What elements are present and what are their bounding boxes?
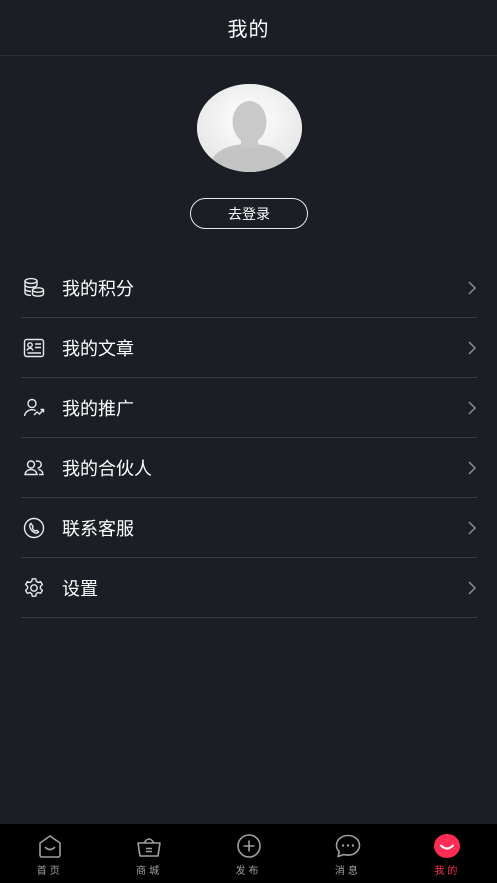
partners-icon — [22, 456, 46, 480]
menu-item-label: 我的合伙人 — [62, 458, 152, 480]
tab-label: 商城 — [136, 866, 163, 877]
profile-menu: 我的积分 我的文章 我的推广 我的合伙人 联系客服 设置 — [21, 258, 477, 618]
avatar[interactable] — [197, 84, 302, 172]
chevron-right-icon — [468, 460, 477, 475]
menu-item-label: 我的推广 — [62, 398, 134, 420]
tab-label: 我的 — [434, 866, 461, 877]
profile-smile-icon — [432, 832, 462, 860]
tab-home[interactable]: 首页 — [0, 824, 99, 883]
tab-label: 发布 — [235, 866, 262, 877]
login-button[interactable]: 去登录 — [190, 198, 308, 229]
chat-bubble-icon — [333, 832, 363, 860]
menu-item-promotion[interactable]: 我的推广 — [21, 378, 477, 438]
menu-item-label: 联系客服 — [62, 518, 134, 540]
home-smile-icon — [35, 832, 65, 860]
tab-mall[interactable]: 商城 — [99, 824, 198, 883]
menu-item-points[interactable]: 我的积分 — [21, 258, 477, 318]
menu-item-label: 我的积分 — [62, 278, 134, 300]
chevron-right-icon — [468, 580, 477, 595]
article-card-icon — [22, 336, 46, 360]
gear-icon — [22, 576, 46, 600]
tab-publish[interactable]: 发布 — [199, 824, 298, 883]
shopping-basket-icon — [134, 832, 164, 860]
top-nav-bar: 我的 — [0, 0, 497, 56]
menu-item-label: 我的文章 — [62, 338, 134, 360]
tab-messages[interactable]: 消息 — [298, 824, 397, 883]
menu-item-partners[interactable]: 我的合伙人 — [21, 438, 477, 498]
phone-service-icon — [22, 516, 46, 540]
menu-item-label: 设置 — [62, 578, 98, 600]
menu-item-settings[interactable]: 设置 — [21, 558, 477, 618]
chevron-right-icon — [468, 400, 477, 415]
tab-label: 首页 — [36, 866, 63, 877]
chevron-right-icon — [468, 280, 477, 295]
default-avatar-icon — [197, 84, 302, 172]
bottom-tab-bar: 首页 商城 发布 消息 我的 — [0, 824, 497, 883]
add-circle-icon — [234, 832, 264, 860]
chevron-right-icon — [468, 340, 477, 355]
menu-item-articles[interactable]: 我的文章 — [21, 318, 477, 378]
tab-label: 消息 — [334, 866, 361, 877]
user-trend-icon — [22, 396, 46, 420]
chevron-right-icon — [468, 520, 477, 535]
menu-item-customer-service[interactable]: 联系客服 — [21, 498, 477, 558]
tab-profile[interactable]: 我的 — [398, 824, 497, 883]
page-title: 我的 — [227, 17, 270, 41]
coins-stack-icon — [22, 276, 46, 300]
